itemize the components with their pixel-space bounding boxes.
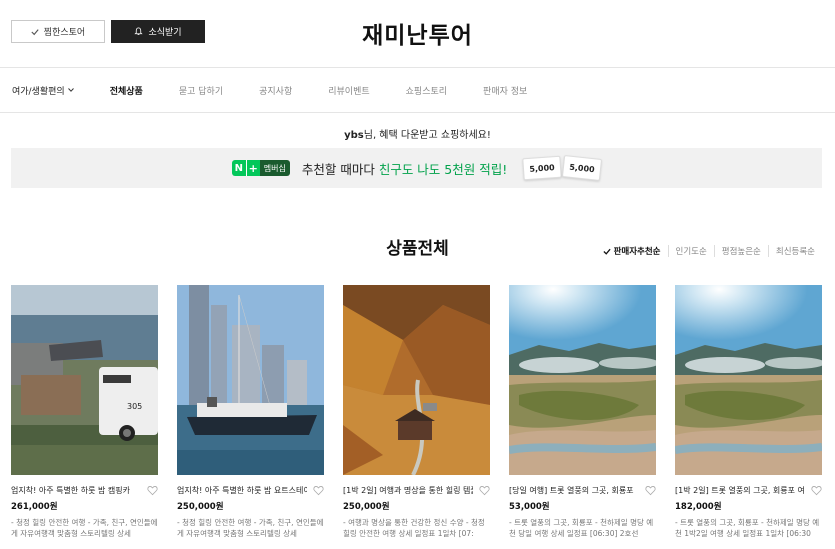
product-price: 261,000원 [11,502,58,512]
nav-item-shopping-story[interactable]: 쇼핑스토리 [406,84,447,97]
product-card[interactable]: 업지착! 아주 특별한 하룻 밤 요트스테이 250,000원 - 청정 힐링 … [177,285,324,539]
greeting-text: ybs님, 혜택 다운받고 쇼핑하세요! [0,126,835,141]
product-card[interactable]: [1박 2일] 여행과 명상을 통한 힐링 템플스테이 250,000원 - 여… [343,285,490,539]
store-nav: 여가/생활편의 전체상품 묻고 답하기 공지사항 리뷰이벤트 쇼핑스토리 판매자… [0,67,835,113]
product-card[interactable]: 305 업지착! 아주 특별한 하룻 밤 캠핑카 261,000원 - 청정 힐… [11,285,158,539]
product-image-hoeryongpo[interactable] [675,285,822,475]
sort-option-popular[interactable]: 인기도순 [667,245,714,257]
banner-text-highlight: 친구도 나도 5천원 적립! [378,161,508,177]
product-image-yacht[interactable] [177,285,324,475]
heart-icon[interactable] [645,485,656,496]
store-title[interactable]: 재미난투어 [0,16,835,50]
nav-item-seller-info[interactable]: 판매자 정보 [483,84,527,97]
svg-text:305: 305 [127,402,142,411]
product-image-hoeryongpo[interactable] [509,285,656,475]
heart-icon[interactable] [313,485,324,496]
product-description: - 청정 힐링 안전한 여행 - 가족, 친구, 연인들에게 자유여행객 맞춤형… [11,518,158,538]
product-image-temple-stay[interactable] [343,285,490,475]
banner-text-prefix: 추천할 때마다 [301,161,379,177]
product-title[interactable]: 업지착! 아주 특별한 하룻 밤 캠핑카 [11,485,141,496]
heart-icon[interactable] [479,485,490,496]
greeting-message: 님, 혜택 다운받고 쇼핑하세요! [363,130,491,141]
chevron-down-icon [67,88,74,92]
product-description: - 청정 힐링 안전한 여행 - 가족, 친구, 연인들에게 자유여행객 맞춤형… [177,518,324,538]
product-title[interactable]: [1박 2일] 트롯 열풍의 그곳, 회룡포 여행 [675,485,805,496]
heart-icon[interactable] [147,485,158,496]
nav-item-category[interactable]: 여가/생활편의 [12,84,74,97]
badge-n: N [231,160,246,176]
sort-option-newest[interactable]: 최신등록순 [767,245,822,257]
product-price: 182,000원 [675,502,722,512]
nav-item-label: 여가/생활편의 [12,86,65,97]
banner-text: 추천할 때마다 친구도 나도 5천원 적립! [302,159,507,178]
product-title[interactable]: [1박 2일] 여행과 명상을 통한 힐링 템플스테이 [343,485,473,496]
product-price: 250,000원 [177,502,224,512]
product-price: 53,000원 [509,502,550,512]
product-description: - 트롯 열풍의 그곳, 회룡포 - 천하제일 명당 예천 당일 여행 상세 일… [509,518,654,538]
naver-plus-membership-badge: N + 멤버십 [231,160,290,176]
product-price: 250,000원 [343,502,390,512]
product-description: - 트롯 열풍의 그곳, 회룡포 - 천하제일 명당 예천 1박2일 여행 상세… [675,518,820,538]
membership-banner[interactable]: N + 멤버십 추천할 때마다 친구도 나도 5천원 적립! 5,000 5,0… [11,148,822,188]
sort-option-rating[interactable]: 평점높은순 [713,245,768,257]
coupon-card: 5,000 [522,155,562,181]
product-grid: 305 업지착! 아주 특별한 하룻 밤 캠핑카 261,000원 - 청정 힐… [11,285,822,539]
nav-item-review-event[interactable]: 리뷰이벤트 [328,84,369,97]
sort-option-label: 판매자추천순 [613,247,661,257]
badge-plus: + [245,160,260,176]
product-image-camping-car[interactable]: 305 [11,285,158,475]
product-title[interactable]: [당일 여행] 트롯 열풍의 그곳, 회룡포 [509,485,639,496]
badge-member: 멤버십 [259,160,290,176]
product-title[interactable]: 업지착! 아주 특별한 하룻 밤 요트스테이 [177,485,307,496]
coupon-card: 5,000 [562,155,603,181]
nav-item-notice[interactable]: 공지사항 [259,84,292,97]
sort-options: 판매자추천순 인기도순 평점높은순 최신등록순 [596,245,822,257]
product-card[interactable]: [1박 2일] 트롯 열풍의 그곳, 회룡포 여행 182,000원 - 트롯 … [675,285,822,539]
product-description: - 여행과 명상을 통한 건강한 정신 수양 - 청정 힐링 안전한 여행 상세… [343,518,485,538]
nav-item-all-products[interactable]: 전체상품 [110,84,143,97]
nav-item-qna[interactable]: 묻고 답하기 [179,84,223,97]
check-icon [603,248,611,255]
sort-option-recommended[interactable]: 판매자추천순 [596,245,668,257]
product-card[interactable]: [당일 여행] 트롯 열풍의 그곳, 회룡포 53,000원 - 트롯 열풍의 … [509,285,656,539]
heart-icon[interactable] [811,485,822,496]
greeting-user: ybs [344,130,364,141]
